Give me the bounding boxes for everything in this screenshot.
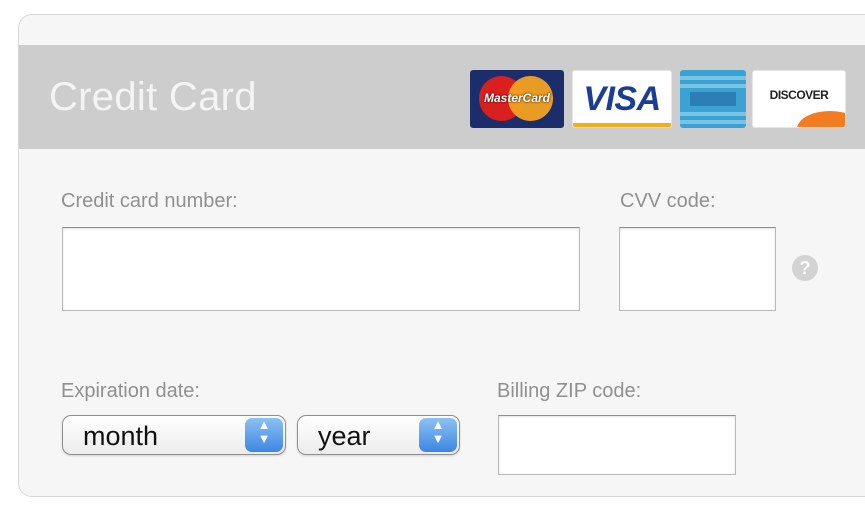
month-select[interactable]: month ▲ ▼ [62, 415, 286, 455]
discover-logo-text: DISCOVER [769, 88, 829, 102]
card-number-input[interactable] [62, 227, 580, 311]
amex-logo [680, 70, 746, 128]
mastercard-logo: MasterCard [470, 70, 564, 128]
cvv-input[interactable] [619, 227, 776, 311]
year-select-arrows-icon: ▲ ▼ [419, 418, 457, 452]
help-icon[interactable]: ? [792, 255, 818, 281]
panel-header: Credit Card MasterCard VISA DISCOVER [19, 45, 865, 149]
month-select-arrows-icon: ▲ ▼ [245, 418, 283, 452]
cvv-label: CVV code: [620, 190, 716, 212]
month-select-value: month [83, 421, 159, 451]
zip-code-input[interactable] [498, 415, 736, 475]
zip-code-label: Billing ZIP code: [497, 380, 642, 402]
mastercard-logo-text: MasterCard [483, 91, 551, 105]
expiration-date-label: Expiration date: [61, 380, 200, 402]
year-select-value: year [318, 421, 371, 451]
visa-logo-text: VISA [583, 80, 661, 118]
credit-card-panel: Credit Card MasterCard VISA DISCOVER Cre… [18, 14, 865, 497]
panel-title: Credit Card [49, 75, 257, 119]
discover-logo: DISCOVER [752, 70, 846, 128]
card-number-label: Credit card number: [61, 190, 238, 212]
year-select[interactable]: year ▲ ▼ [297, 415, 460, 455]
visa-logo: VISA [572, 70, 672, 128]
